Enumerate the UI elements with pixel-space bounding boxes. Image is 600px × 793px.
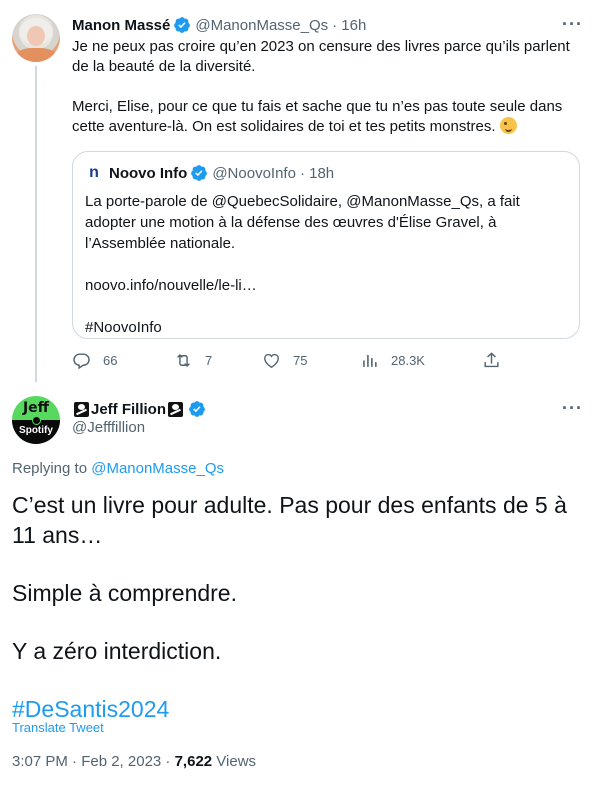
spotify-logo-icon [32,416,41,425]
author-name[interactable]: Manon Massé [72,17,170,34]
tweet-paragraph: C’est un livre pour adulte. Pas pour des… [12,492,567,548]
tweet-text: Je ne peux pas croire qu’en 2023 on cens… [72,37,572,137]
avatar-text: Jeff [22,400,50,416]
verified-badge-icon [174,17,191,33]
tweet-paragraph: Merci, Elise, pour ce que tu fais et sac… [72,98,563,135]
noovo-logo-icon: n [89,164,99,181]
reply-button[interactable]: 66 [72,351,117,370]
tweet-paragraph: Je ne peux pas croire qu’en 2023 on cens… [72,38,570,75]
quote-link: noovo.info/nouvelle/le-li… [85,277,257,294]
verified-badge-icon [189,401,205,417]
quoted-tweet[interactable]: n Noovo Info @NoovoInfo · 18h La porte-p… [72,151,580,339]
avatar[interactable] [12,14,60,62]
retweet-icon [177,353,190,368]
tweet-header: Manon Massé @ManonMasse_Qs · 16h [72,14,366,36]
tweet-timestamp[interactable]: 3:07 PM · Feb 2, 2023 · [12,753,175,770]
quote-author-name: Noovo Info [109,164,188,182]
share-button[interactable] [482,351,513,370]
views-button[interactable]: 28.3K [360,351,425,370]
tweet-paragraph: Y a zéro interdiction. [12,638,222,664]
tweet-actions: 66 7 75 28.3K [72,351,512,375]
reply-icon [73,353,90,370]
more-options-icon[interactable]: ··· [562,15,582,38]
winking-face-icon [499,117,517,134]
reply-count: 66 [103,353,118,368]
quote-time: · 18h [299,164,335,182]
verified-badge-icon [191,165,208,181]
author-handle[interactable]: @Jefffillion [72,419,145,436]
analytics-icon [363,354,377,367]
tweet-metadata: 3:07 PM · Feb 2, 2023 · 7,622 Views [12,753,256,770]
views-label: Views [212,753,257,770]
translate-tweet-link[interactable]: Translate Tweet [12,720,104,735]
skull-crossbones-flag-icon [74,401,89,417]
share-icon [484,352,499,368]
retweet-button[interactable]: 7 [174,351,212,370]
tweet-header: Jeff Fillion [72,398,206,420]
heart-icon [264,353,279,369]
retweet-count: 7 [205,353,213,368]
quote-hashtag: #NoovoInfo [85,319,162,336]
tweet-time[interactable]: · 16h [332,17,366,34]
replying-to-link[interactable]: @ManonMasse_Qs [91,460,224,477]
quote-paragraph: La porte-parole de @QuebecSolidaire, @Ma… [85,193,520,252]
views-count: 28.3K [391,353,425,368]
quote-header: n Noovo Info @NoovoInfo · 18h [85,164,334,182]
skull-crossbones-flag-icon [168,401,183,417]
avatar[interactable]: Jeff Spotify [12,396,60,444]
replying-label: Replying to [12,460,92,477]
like-button[interactable]: 75 [262,351,307,370]
views-count: 7,622 [174,753,213,770]
like-count: 75 [293,353,308,368]
author-name[interactable]: Jeff Fillion [91,401,166,418]
quote-author-handle: @NoovoInfo [212,164,296,182]
replying-to: Replying to @ManonMasse_Qs [12,460,224,477]
more-options-icon[interactable]: ··· [562,399,582,422]
quote-text: La porte-parole de @QuebecSolidaire, @Ma… [85,191,569,338]
author-handle[interactable]: @ManonMasse_Qs [195,17,328,34]
tweet-paragraph: Simple à comprendre. [12,580,237,606]
thread-connector [35,66,37,382]
tweet-text: C’est un livre pour adulte. Pas pour des… [12,490,588,724]
